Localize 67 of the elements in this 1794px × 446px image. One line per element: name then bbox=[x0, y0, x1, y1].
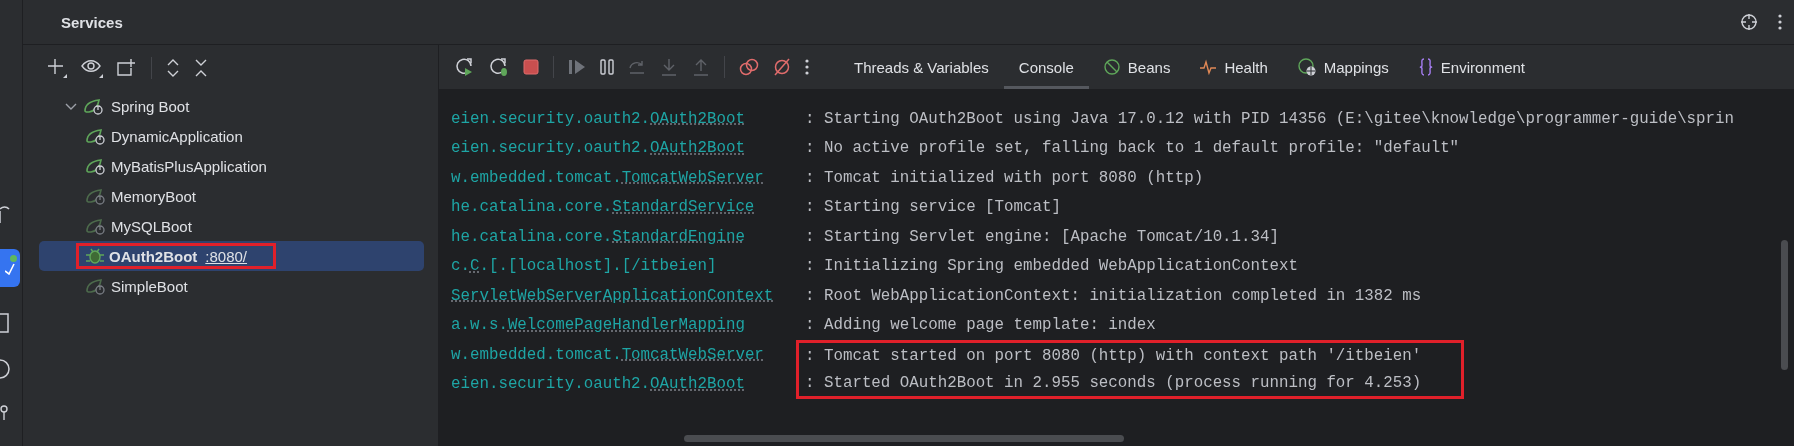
logger-name: w.embedded.tomcat.TomcatWebServer bbox=[451, 167, 765, 189]
logger-name: ServletWebServerApplicationContext bbox=[451, 285, 775, 307]
mute-breakpoints-icon[interactable] bbox=[773, 58, 791, 76]
eye-icon[interactable] bbox=[81, 58, 103, 78]
breakpoints-icon[interactable] bbox=[739, 58, 759, 76]
service-row[interactable]: OAuth2Boot :8080/ bbox=[39, 241, 424, 271]
log-message: : Tomcat initialized with port 8080 (http) bbox=[804, 167, 1205, 189]
horizontal-scrollbar[interactable] bbox=[684, 435, 1124, 442]
add-icon[interactable] bbox=[47, 58, 67, 78]
globe-leaf-icon bbox=[1297, 58, 1316, 76]
vertical-scrollbar[interactable] bbox=[1781, 240, 1788, 370]
service-row[interactable]: MyBatisPlusApplication bbox=[39, 151, 424, 181]
pulse-icon bbox=[1200, 59, 1217, 75]
log-message: : Root WebApplicationContext: initialization completed in 1382 ms bbox=[804, 285, 1423, 307]
logger-name: he.catalina.core.StandardService bbox=[451, 197, 756, 219]
terminal-icon[interactable] bbox=[0, 313, 10, 333]
logger-name: a.w.s.WelcomePageHandlerMapping bbox=[451, 315, 746, 337]
tab[interactable]: Threads & Variables bbox=[839, 45, 1004, 89]
more-icon[interactable] bbox=[1778, 14, 1782, 30]
spring-leaf-icon bbox=[83, 97, 105, 115]
logger-name: he.catalina.core.StandardEngine bbox=[451, 226, 746, 248]
log-message: : Adding welcome page template: index bbox=[804, 315, 1157, 337]
service-label: SimpleBoot bbox=[111, 277, 188, 295]
logger-name: eien.security.oauth2.OAuth2Boot bbox=[451, 108, 746, 130]
more-icon[interactable] bbox=[805, 59, 809, 75]
service-row[interactable]: MemoryBoot bbox=[39, 181, 424, 211]
logger-name: eien.security.oauth2.OAuth2Boot bbox=[451, 138, 746, 160]
rerun-debug-icon[interactable] bbox=[489, 57, 509, 77]
log-message: : Tomcat started on port 8080 (http) with context path '/itbeien' bbox=[796, 340, 1465, 370]
tab[interactable]: Health bbox=[1185, 45, 1283, 89]
problems-icon[interactable] bbox=[0, 359, 10, 379]
service-label: MemoryBoot bbox=[111, 187, 197, 205]
crosshair-icon[interactable] bbox=[1740, 13, 1758, 31]
tool-window-icon[interactable] bbox=[0, 205, 12, 223]
logger-name: w.embedded.tomcat.TomcatWebServer bbox=[451, 344, 765, 366]
expand-all-icon[interactable] bbox=[166, 59, 180, 77]
service-row[interactable]: SimpleBoot bbox=[39, 271, 424, 301]
service-row[interactable]: MySQLBoot bbox=[39, 211, 424, 241]
service-label: MyBatisPlusApplication bbox=[111, 157, 267, 175]
services-tool-icon[interactable] bbox=[0, 249, 20, 287]
log-message: : No active profile set, falling back to 1 default profile: "default" bbox=[804, 138, 1461, 160]
log-message: : Starting OAuth2Boot using Java 17.0.12 with PID 14356 (E:\gitee\knowledge\programmer-guide\sprin bbox=[804, 108, 1735, 130]
collapse-all-icon[interactable] bbox=[194, 59, 208, 77]
resume-icon[interactable] bbox=[568, 59, 586, 75]
panel-title: Services bbox=[61, 13, 123, 31]
pause-icon[interactable] bbox=[600, 59, 614, 75]
rerun-icon[interactable] bbox=[455, 57, 475, 77]
stop-icon[interactable] bbox=[523, 59, 539, 75]
service-row[interactable]: DynamicApplication bbox=[39, 121, 424, 151]
new-group-icon[interactable] bbox=[117, 58, 137, 78]
log-message: : Starting service [Tomcat] bbox=[804, 197, 1062, 219]
logger-name: eien.security.oauth2.OAuth2Boot bbox=[451, 374, 746, 396]
tab[interactable]: Mappings bbox=[1282, 45, 1404, 89]
log-message: : Initializing Spring embedded WebApplicationContext bbox=[804, 256, 1299, 278]
git-icon[interactable] bbox=[0, 405, 10, 421]
service-label: MySQLBoot bbox=[111, 217, 192, 235]
log-message: : Started OAuth2Boot in 2.955 seconds (process running for 4.253) bbox=[796, 369, 1465, 399]
braces-icon bbox=[1418, 58, 1433, 76]
service-label: OAuth2Boot bbox=[109, 247, 198, 265]
log-message: : Starting Servlet engine: [Apache Tomcat/10.1.34] bbox=[804, 226, 1280, 248]
bean-icon bbox=[1103, 59, 1120, 75]
logger-name: c.C.[.[localhost].[/itbeien] bbox=[451, 256, 718, 278]
tab[interactable]: Beans bbox=[1088, 45, 1186, 89]
service-label: DynamicApplication bbox=[111, 127, 243, 145]
tree-group-label[interactable]: Spring Boot bbox=[111, 97, 190, 115]
port-link[interactable]: :8080/ bbox=[205, 247, 248, 265]
tab[interactable]: Environment bbox=[1403, 45, 1540, 89]
